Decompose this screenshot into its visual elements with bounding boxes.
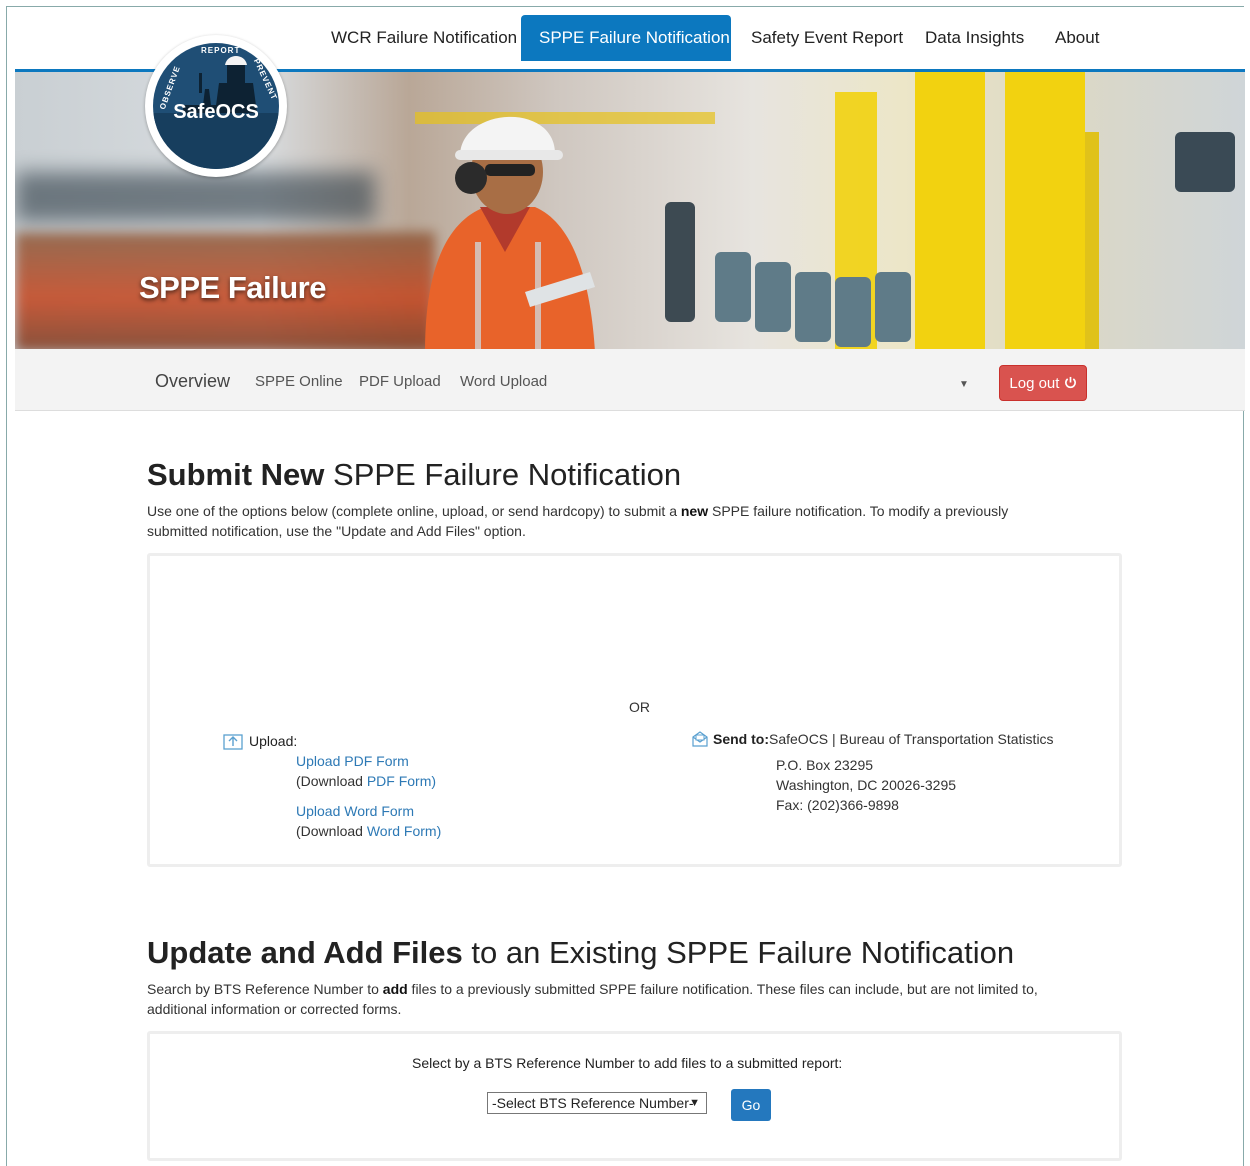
worker-photo [425,116,595,349]
subnav-overview[interactable]: Overview [155,371,230,392]
mail-icon [692,731,708,747]
download-pdf-form: (Download PDF Form) [296,773,437,789]
update-description: Search by BTS Reference Number to add fi… [147,981,1038,1017]
send-to-org: SafeOCS | Bureau of Transportation Stati… [769,731,1054,747]
subnav-sppe-online[interactable]: SPPE Online [255,373,343,390]
upload-label: Upload: [249,733,298,749]
select-prompt: Select by a BTS Reference Number to add … [412,1055,843,1071]
bts-reference-select[interactable]: -Select BTS Reference Number- ▼ [487,1092,707,1114]
update-heading: Update and Add Files to an Existing SPPE… [147,935,1015,970]
download-pdf-form-link[interactable]: PDF Form) [367,773,436,789]
fax-number: Fax: (202)366-9898 [776,797,899,813]
upload-pdf-form-link[interactable]: Upload PDF Form [296,753,409,769]
subnav-pdf-upload[interactable]: PDF Upload [359,373,441,390]
logout-label: Log out [1009,375,1060,392]
logo-arc-top: REPORT [201,46,241,55]
submit-heading: Submit New SPPE Failure Notification [147,457,682,492]
download-word-form: (Download Word Form) [296,823,442,839]
submit-description: Use one of the options below (complete o… [147,503,1009,539]
address-city: Washington, DC 20026-3295 [776,777,957,793]
sub-nav: Overview SPPE Online PDF Upload Word Upl… [15,349,1245,411]
bts-reference-select-value: -Select BTS Reference Number- [492,1095,694,1111]
nav-about[interactable]: About [1037,15,1117,61]
nav-data-insights[interactable]: Data Insights [907,15,1042,61]
nav-wcr-failure-notification[interactable]: WCR Failure Notification [313,15,535,61]
safeocs-logo[interactable]: SafeOCS REPORT OBSERVE PREVENT [145,35,287,177]
hero-title: SPPE Failure [139,270,326,305]
logo-wordmark: SafeOCS [173,101,259,123]
user-menu-caret-icon[interactable]: ▼ [959,379,969,390]
go-button[interactable]: Go [731,1089,771,1121]
address-po-box: P.O. Box 23295 [776,757,874,773]
nav-sppe-failure-notification[interactable]: SPPE Failure Notification [521,15,731,61]
nav-safety-event-report[interactable]: Safety Event Report [733,15,921,61]
power-icon [1064,376,1076,389]
download-word-form-link[interactable]: Word Form) [367,823,441,839]
logout-button[interactable]: Log out [999,365,1087,401]
subnav-word-upload[interactable]: Word Upload [460,373,547,390]
page-frame: WCR Failure Notification SPPE Failure No… [6,6,1245,1166]
upload-icon [223,734,243,750]
chevron-down-icon: ▼ [689,1097,700,1109]
upload-word-form-link[interactable]: Upload Word Form [296,803,414,819]
send-to-label: Send to: [713,731,769,747]
or-separator: OR [629,699,650,715]
